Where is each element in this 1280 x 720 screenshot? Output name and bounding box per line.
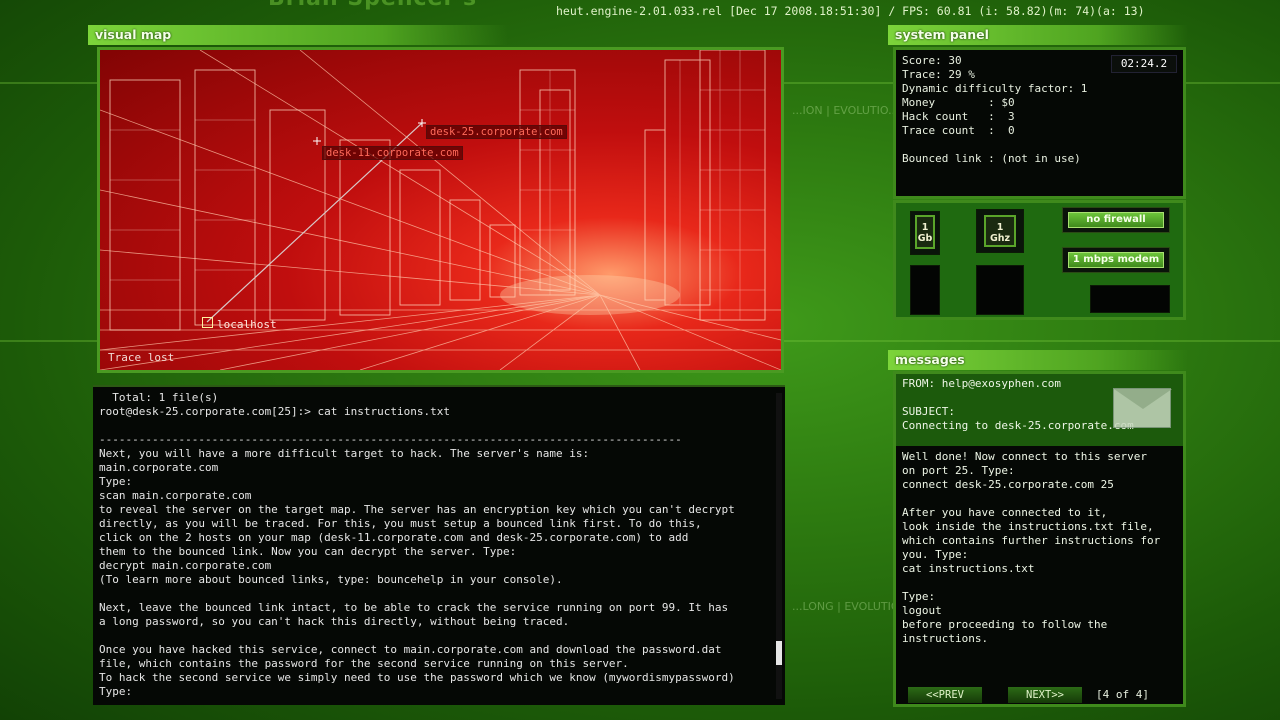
message-body-line: instructions. <box>902 632 989 645</box>
console-line: Next, leave the bounced link intact, to … <box>99 601 729 614</box>
console-line: Once you have hacked this service, conne… <box>99 643 722 656</box>
console-line: To hack the second service we simply nee… <box>99 671 735 684</box>
console-line: Total: 1 file(s) <box>99 391 219 404</box>
messages-panel: FROM: help@exosyphen.com SUBJECT: Connec… <box>893 371 1186 707</box>
empty-slot-2 <box>976 265 1024 315</box>
next-message-button[interactable]: NEXT>> <box>1008 687 1082 703</box>
console-line: a long password, so you can't hack this … <box>99 615 570 628</box>
cpu-chip[interactable]: 1 Ghz <box>984 215 1016 247</box>
message-header: FROM: help@exosyphen.com SUBJECT: Connec… <box>896 374 1183 446</box>
empty-slot-1 <box>910 265 940 315</box>
message-body-line: After you have connected to it, <box>902 506 1108 519</box>
message-body-line: Type: <box>902 590 936 603</box>
localhost-node-icon[interactable] <box>202 317 213 328</box>
host-desk-25[interactable]: desk-25.corporate.com <box>426 125 567 139</box>
visual-map[interactable]: desk-25.corporate.com desk-11.corporate.… <box>97 47 784 373</box>
message-page-count: [4 of 4] <box>1096 688 1149 701</box>
console-line: (To learn more about bounced links, type… <box>99 573 563 586</box>
console-scrollbar[interactable] <box>776 393 782 699</box>
trace-status: Trace lost <box>108 351 175 364</box>
hardware-panel: 1 Gb 1 Ghz no firewall 1 mbps modem <box>893 200 1186 320</box>
system-panel: Score: 30 Trace: 29 % Dynamic difficulty f… <box>893 47 1186 199</box>
message-body-line: which contains further instructions for <box>902 534 1161 547</box>
game-timer: 02:24.2 <box>1111 55 1177 73</box>
empty-slot-3 <box>1090 285 1170 313</box>
message-navigation: <<PREV NEXT>> [4 of 4] <box>896 686 1183 704</box>
firewall-slot[interactable]: no firewall <box>1068 212 1164 228</box>
console-line: decrypt main.corporate.com <box>99 559 272 572</box>
message-body-line <box>902 576 1182 590</box>
message-body-line: before proceeding to follow the <box>902 618 1108 631</box>
visual-map-header: visual map <box>88 25 508 45</box>
message-body-line: you. Type: <box>902 548 969 561</box>
console-scroll-thumb[interactable] <box>776 641 782 665</box>
console[interactable]: Total: 1 file(s) root@desk-25.corporate.c… <box>93 385 785 705</box>
host-desk-11[interactable]: desk-11.corporate.com <box>322 146 463 160</box>
system-stat-line: Bounced link : (not in use) <box>902 152 1081 165</box>
console-line: Type: <box>99 475 133 488</box>
console-line: directly, as you will be traced. For thi… <box>99 517 702 530</box>
memory-chip[interactable]: 1 Gb <box>915 215 935 249</box>
modem-slot[interactable]: 1 mbps modem <box>1068 252 1164 268</box>
message-body-line <box>902 492 1182 506</box>
messages-header: messages <box>888 350 1188 370</box>
console-line: file, which contains the password for th… <box>99 657 629 670</box>
visual-map-title: visual map <box>95 27 172 42</box>
message-body-line: connect desk-25.corporate.com 25 <box>902 478 1114 491</box>
message-body-line: Well done! Now connect to this server <box>902 450 1148 463</box>
system-panel-header: system panel <box>888 25 1188 45</box>
engine-info-bar: heut.engine-2.01.033.rel [Dec 17 2008.18… <box>556 4 1145 18</box>
message-body-line: on port 25. Type: <box>902 464 1015 477</box>
console-line: them to the bounced link. Now you can de… <box>99 545 517 558</box>
console-line: scan main.corporate.com <box>99 489 252 502</box>
message-body-line: logout <box>902 604 942 617</box>
messages-title: messages <box>895 352 965 367</box>
system-stat-line: Hack count : 3 <box>902 110 1015 123</box>
message-body-line: look inside the instructions.txt file, <box>902 520 1154 533</box>
console-line: root@desk-25.corporate.com[25]:> cat ins… <box>99 405 450 418</box>
background-title: Brian Spencer's <box>268 0 477 11</box>
console-line: ----------------------------------------… <box>99 433 682 446</box>
watermark-2: ...LONG | EVOLUTIO... <box>792 600 910 613</box>
watermark-1: ...ION | EVOLUTIO... <box>792 104 899 117</box>
console-output: Total: 1 file(s) root@desk-25.corporate.c… <box>99 391 775 699</box>
system-panel-title: system panel <box>895 27 989 42</box>
prev-message-button[interactable]: <<PREV <box>908 687 982 703</box>
console-line: to reveal the server on the target map. … <box>99 503 735 516</box>
system-stat-line: Trace count : 0 <box>902 124 1015 137</box>
console-line: main.corporate.com <box>99 461 219 474</box>
message-body-line: cat instructions.txt <box>902 562 1035 575</box>
console-line: Type: <box>99 685 133 698</box>
envelope-icon <box>1113 388 1172 428</box>
system-stat-line: Money : $0 <box>902 96 1015 109</box>
system-stat-line: Dynamic difficulty factor: 1 <box>902 82 1088 95</box>
message-body: Well done! Now connect to this server on … <box>902 450 1182 646</box>
console-line: click on the 2 hosts on your map (desk-1… <box>99 531 689 544</box>
localhost-label: localhost <box>217 318 277 331</box>
system-stat-line <box>902 138 1177 152</box>
console-line: Next, you will have a more difficult tar… <box>99 447 590 460</box>
